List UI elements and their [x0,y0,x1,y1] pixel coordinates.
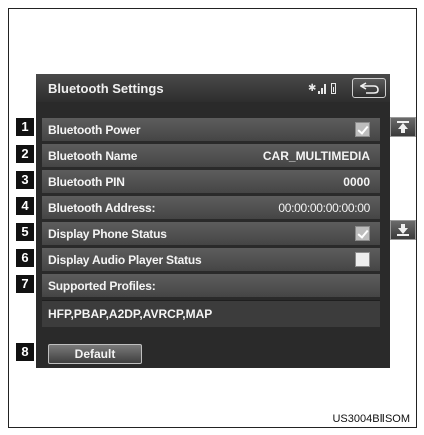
bluetooth-pin-label: Bluetooth PIN [48,175,125,189]
bluetooth-name-row[interactable]: Bluetooth Name CAR_MULTIMEDIA [42,144,380,168]
battery-icon [331,83,336,94]
supported-profiles-value-row: HFP,PBAP,A2DP,AVRCP,MAP [42,300,380,327]
screen-title: Bluetooth Settings [48,81,164,96]
supported-profiles-value: HFP,PBAP,A2DP,AVRCP,MAP [48,307,213,321]
display-audio-player-status-row[interactable]: Display Audio Player Status [42,248,380,272]
callout-3: 3 [16,171,34,189]
display-phone-status-checkbox[interactable] [355,226,370,241]
bluetooth-power-checkbox[interactable] [355,122,370,137]
status-icons: ✱ [308,83,340,95]
bluetooth-address-label: Bluetooth Address: [48,201,156,215]
bluetooth-name-label: Bluetooth Name [48,149,138,163]
bluetooth-address-row: Bluetooth Address: 00:00:00:00:00:00 [42,196,380,220]
callout-4: 4 [16,197,34,215]
display-phone-status-row[interactable]: Display Phone Status [42,222,380,246]
bluetooth-pin-value: 0000 [343,175,370,189]
back-arrow-icon [360,82,379,94]
callout-2: 2 [16,145,34,163]
callout-8: 8 [16,343,34,361]
callout-5: 5 [16,223,34,241]
bluetooth-power-row[interactable]: Bluetooth Power [42,118,380,142]
scroll-down-button[interactable] [390,220,416,240]
figure-caption: US3004BⅡSOM [332,413,410,425]
callout-7: 7 [16,275,34,293]
title-bar: Bluetooth Settings ✱ [36,74,390,102]
bluetooth-icon: ✱ [308,83,317,94]
display-phone-status-label: Display Phone Status [48,227,167,241]
callout-6: 6 [16,249,34,267]
scroll-thumb[interactable] [400,140,405,196]
scroll-up-icon [397,121,409,133]
scroll-down-icon [397,224,409,236]
bluetooth-address-value: 00:00:00:00:00:00 [278,201,370,215]
supported-profiles-label: Supported Profiles: [48,279,156,293]
callout-1: 1 [16,118,34,136]
bluetooth-power-label: Bluetooth Power [48,123,141,137]
default-button[interactable]: Default [48,344,142,364]
display-audio-player-status-checkbox[interactable] [355,252,370,267]
bluetooth-pin-row[interactable]: Bluetooth PIN 0000 [42,170,380,194]
display-audio-player-status-label: Display Audio Player Status [48,253,202,267]
bluetooth-settings-screen: Bluetooth Settings ✱ Bluetooth Power Blu… [36,74,390,368]
scroll-up-button[interactable] [390,117,416,137]
supported-profiles-row: Supported Profiles: [42,274,380,298]
bluetooth-name-value: CAR_MULTIMEDIA [262,149,370,163]
signal-icon [318,84,328,94]
back-button[interactable] [352,78,386,98]
